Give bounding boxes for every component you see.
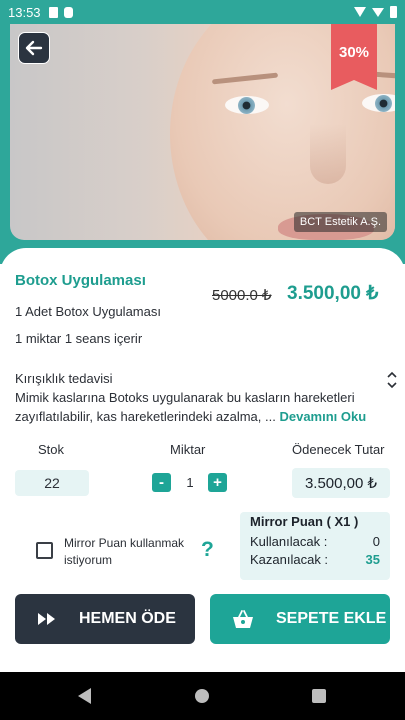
add-to-cart-button[interactable]: SEPETE EKLE: [210, 594, 390, 644]
status-bar: 13:53: [0, 0, 405, 24]
points-earn-value: 35: [365, 552, 380, 567]
pay-now-button[interactable]: HEMEN ÖDE: [15, 594, 195, 644]
signal-icon: [372, 7, 384, 17]
total-label: Ödenecek Tutar: [292, 442, 385, 457]
quantity-decrease-button[interactable]: -: [152, 473, 171, 492]
add-to-cart-label: SEPETE EKLE: [276, 610, 387, 627]
stock-label: Stok: [38, 442, 65, 457]
points-earn-label: Kazanılacak :: [250, 552, 329, 567]
quantity-value: 1: [186, 475, 194, 490]
notification-icon: [63, 6, 73, 18]
description-title: Kırışıklık tedavisi: [15, 371, 113, 386]
battery-icon: [390, 6, 397, 18]
fast-forward-icon: [37, 612, 57, 626]
mirror-points-title: Mirror Puan ( X1 ): [250, 514, 359, 529]
wifi-icon: [354, 7, 366, 17]
status-time: 13:53: [8, 4, 41, 20]
discount-value: 30%: [338, 43, 370, 61]
sim-card-icon: [48, 6, 58, 18]
product-info-line: 1 miktar 1 seans içerir: [15, 331, 143, 346]
brand-tag: BCT Estetik A.Ş.: [293, 212, 387, 232]
back-button[interactable]: [18, 32, 50, 64]
nav-recents-icon[interactable]: [312, 689, 326, 703]
mirror-points-panel: Mirror Puan ( X1 ) Kullanılacak : 0 Kaza…: [240, 512, 390, 580]
discount-badge: 30%: [331, 24, 377, 90]
old-price: 5000.0 ₺: [212, 287, 272, 304]
mirror-points-checkbox-label[interactable]: Mirror Puan kullanmak istiyorum: [64, 535, 204, 569]
product-title: Botox Uygulaması: [15, 272, 146, 289]
product-info-line: 1 Adet Botox Uygulaması: [15, 304, 161, 319]
pay-now-label: HEMEN ÖDE: [79, 610, 176, 627]
description-text: Mimik kaslarına Botoks uygulanarak bu ka…: [15, 388, 385, 426]
basket-icon: [232, 609, 254, 629]
points-use-label: Kullanılacak :: [250, 534, 328, 549]
nav-back-icon[interactable]: [78, 688, 91, 704]
points-earn-row: Kazanılacak : 35: [250, 552, 380, 567]
system-nav-bar: [0, 672, 405, 720]
quantity-label: Miktar: [170, 442, 206, 457]
total-amount: 3.500,00 ₺: [292, 468, 390, 498]
hero-section: 30% BCT Estetik A.Ş.: [0, 24, 405, 264]
product-details: Botox Uygulaması 5000.0 ₺ 3.500,00 ₺ 1 A…: [0, 248, 405, 672]
nav-home-icon[interactable]: [195, 689, 209, 703]
new-price: 3.500,00 ₺: [287, 283, 379, 304]
points-use-value: 0: [372, 534, 380, 549]
read-more-link[interactable]: Devamını Oku: [279, 409, 366, 424]
arrow-left-icon: [25, 40, 43, 56]
quantity-increase-button[interactable]: +: [208, 473, 227, 492]
mirror-points-checkbox[interactable]: [36, 542, 53, 559]
question-icon[interactable]: ?: [201, 538, 214, 562]
stock-value: 22: [15, 470, 89, 496]
product-image: 30% BCT Estetik A.Ş.: [10, 24, 395, 240]
points-use-row: Kullanılacak : 0: [250, 534, 380, 549]
expand-collapse-icon[interactable]: [386, 369, 398, 391]
